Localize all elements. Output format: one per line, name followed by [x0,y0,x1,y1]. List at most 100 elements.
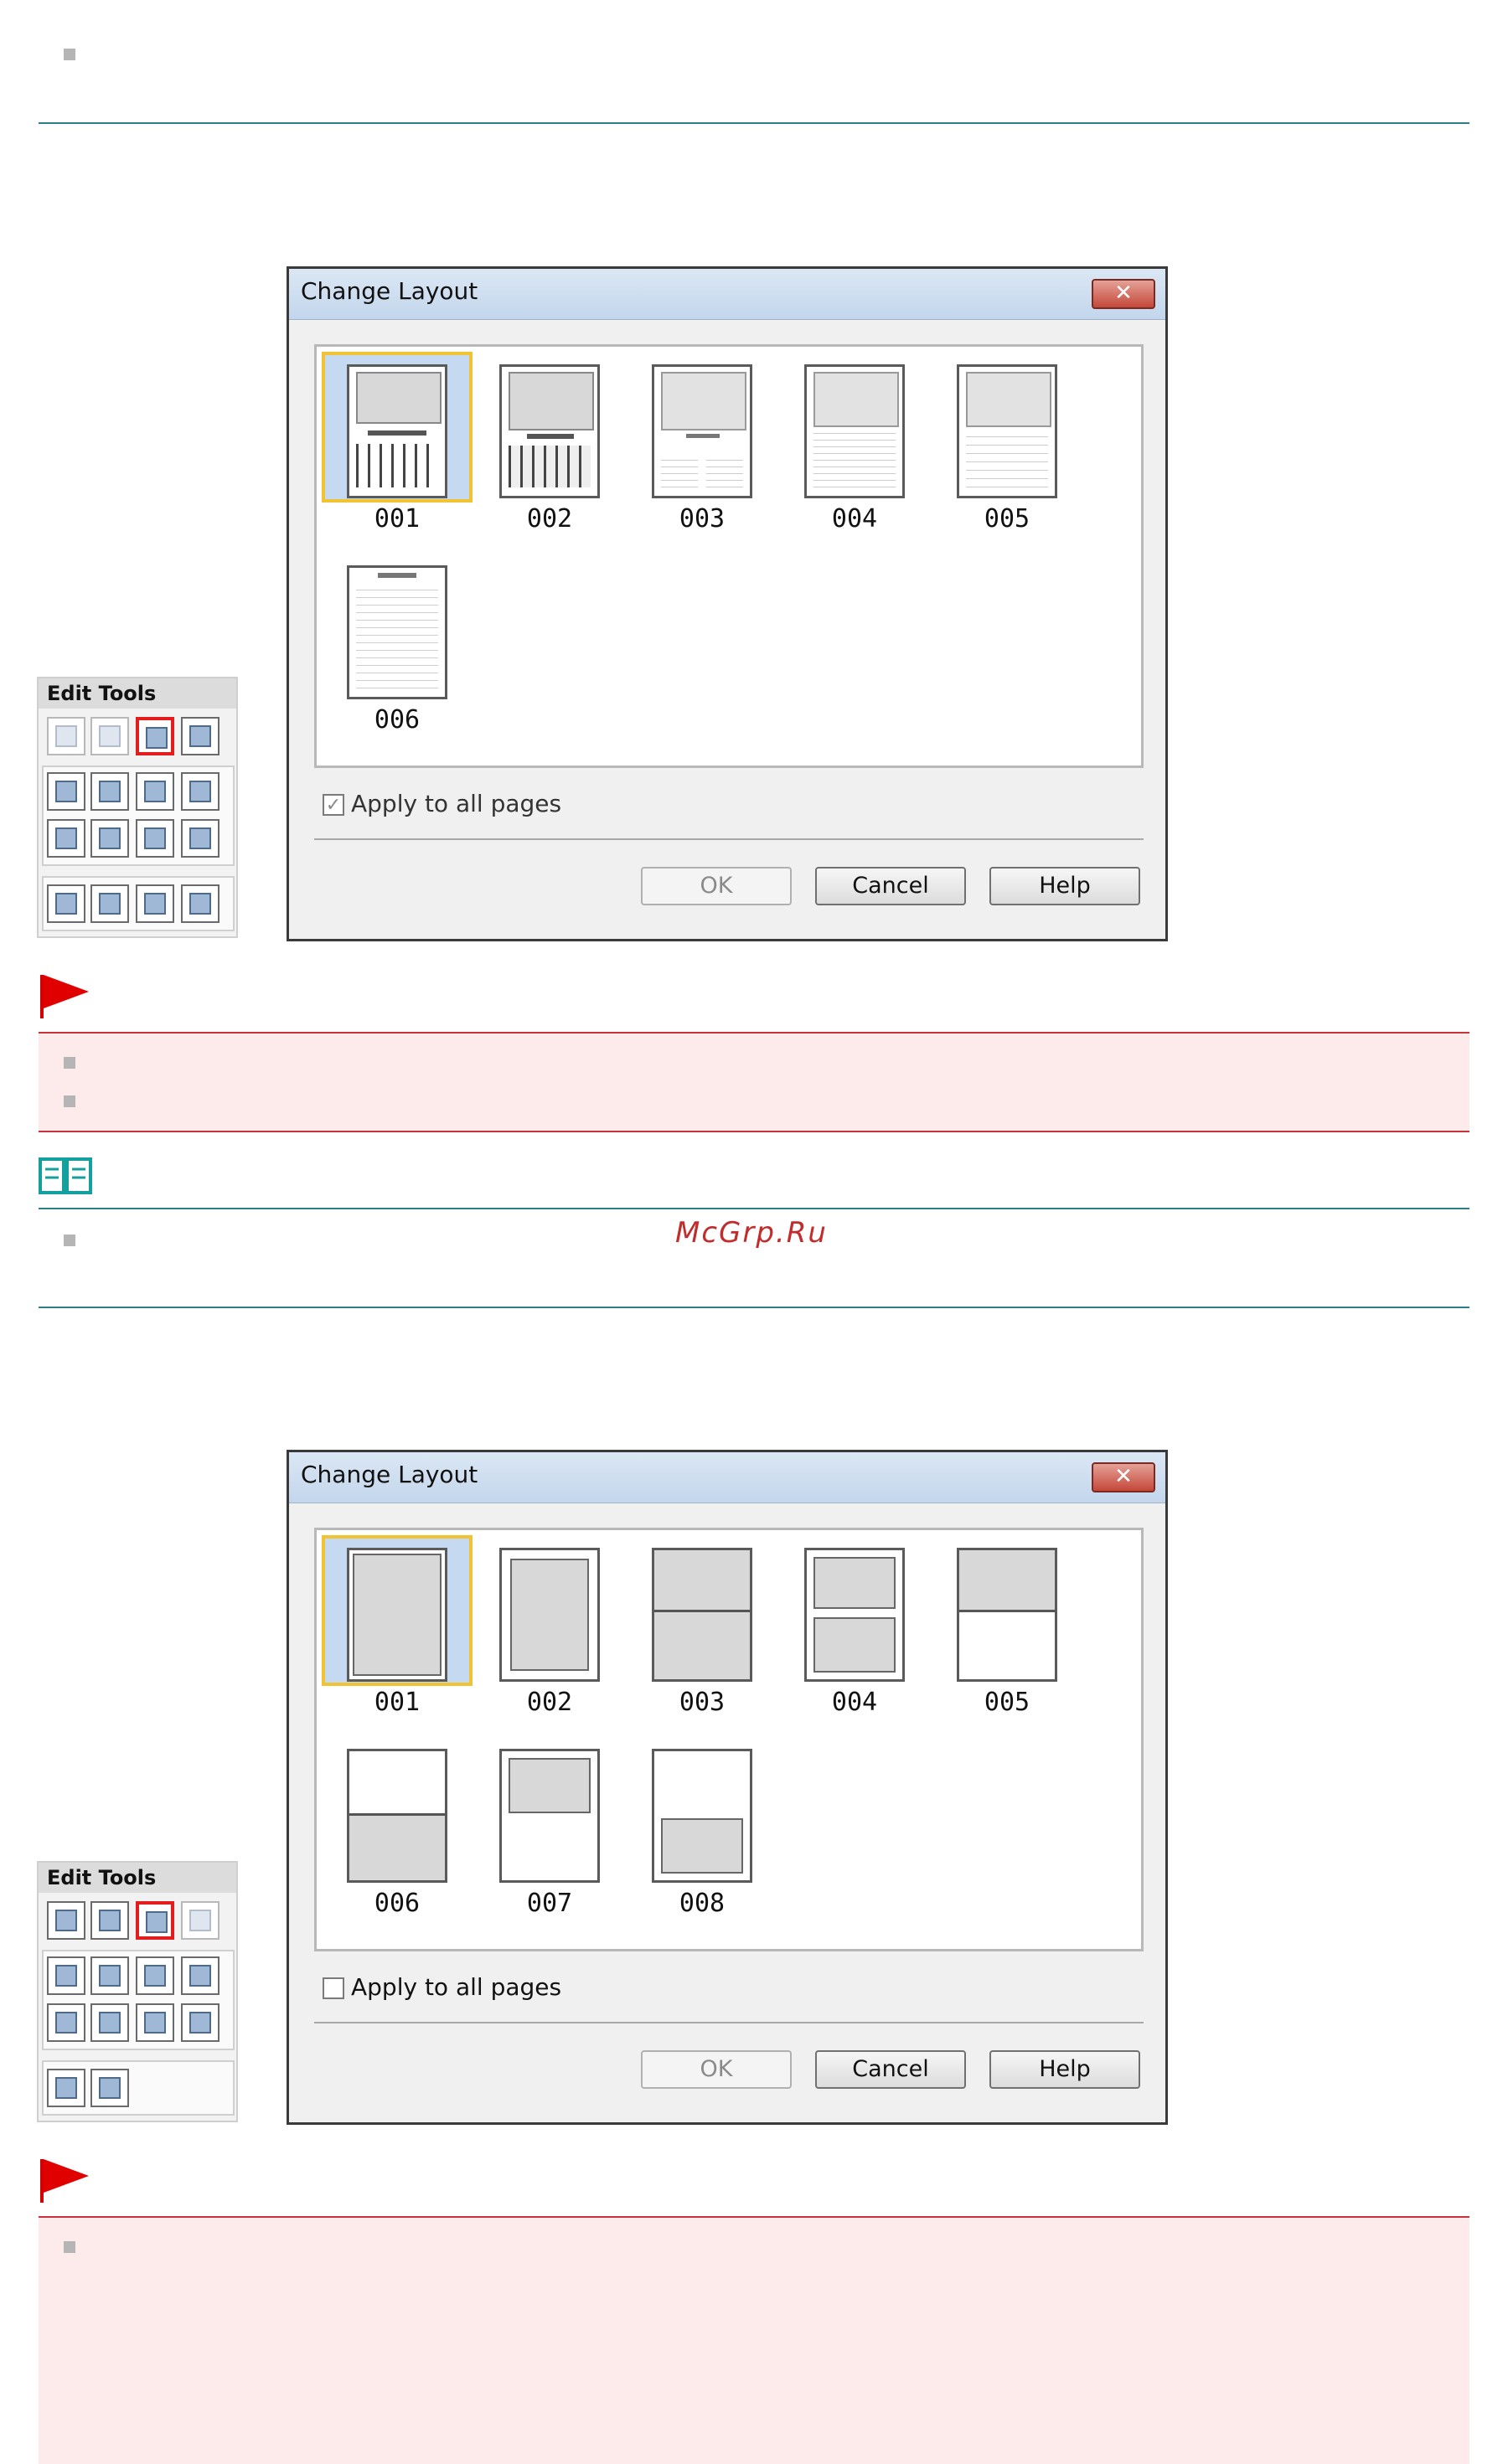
note-book-icon [39,1157,92,1194]
text-icon[interactable] [47,884,85,923]
layout-label: 006 [374,705,421,735]
picture-icon[interactable] [181,772,219,811]
cancel-button[interactable]: Cancel [815,2050,966,2089]
edit-tools-palette: Edit Tools [37,1861,238,2122]
edit-tools-header: Edit Tools [39,678,236,709]
checkbox-icon[interactable] [323,1977,344,1999]
layout-item[interactable]: 005 [932,1535,1082,1717]
frame-icon[interactable] [136,1956,174,1995]
layout-item[interactable]: 003 [627,1535,777,1717]
ok-button[interactable]: OK [641,867,792,905]
rotate-icon[interactable] [90,1901,129,1940]
apply-to-all-label: Apply to all pages [351,1973,562,2001]
pencil-icon[interactable] [181,819,219,858]
bullet-icon [64,49,75,60]
layout-thumbnail [499,364,600,498]
section-divider [39,122,1469,124]
close-icon[interactable]: ✕ [1092,1462,1155,1492]
layout-label: 001 [374,504,421,534]
layout-item[interactable]: 008 [627,1736,777,1918]
layout-item[interactable]: 006 [322,1736,473,1918]
edit-tools-palette: Edit Tools [37,677,238,938]
important-box [39,1034,1469,1131]
frame-icon[interactable] [136,772,174,811]
section-divider [39,1307,1469,1308]
important-box [39,2218,1469,2464]
change-layout-icon[interactable] [136,1901,174,1940]
layout-label: 003 [679,504,726,534]
layout-item[interactable]: 004 [779,1535,930,1717]
help-button[interactable]: Help [989,867,1140,905]
change-background-icon[interactable] [181,1901,219,1940]
note-rule [39,1208,1469,1209]
dialog-titlebar: Change Layout ✕ [289,1452,1165,1503]
layout-label: 005 [984,504,1030,534]
layout-label: 002 [526,1688,573,1717]
layout-label: 007 [526,1889,573,1918]
watermark-text: McGrp.Ru [675,1216,828,1250]
layout-thumbnail [804,364,905,498]
layout-thumbnail [957,1548,1057,1682]
change-layout-icon[interactable] [136,717,174,755]
layout-item[interactable]: 006 [322,553,473,735]
apply-to-all-checkbox[interactable]: Apply to all pages [323,1973,561,2001]
bullet-icon [64,1057,75,1069]
help-button[interactable]: Help [989,2050,1140,2089]
send-back-icon[interactable] [90,2003,129,2042]
crop-icon[interactable] [90,772,129,811]
layout-item[interactable]: 007 [474,1736,625,1918]
layout-thumbnail [652,1749,752,1883]
send-back-icon[interactable] [90,819,129,858]
layout-item[interactable]: 003 [627,352,777,534]
layout-thumbnail [347,1749,447,1883]
layout-list: 001 002 003 004 005 006 007 008 [314,1528,1144,1951]
layout-thumbnail [347,565,447,699]
dialog-divider [314,2022,1144,2023]
layout-label: 004 [831,1688,878,1717]
bullet-icon [64,2241,75,2253]
layout-item[interactable]: 004 [779,352,930,534]
calendar-icon[interactable] [181,884,219,923]
diamond-icon[interactable] [136,819,174,858]
apply-to-all-checkbox[interactable]: ✓ Apply to all pages [323,790,561,817]
replace-icon[interactable] [47,1901,85,1940]
text-vertical-icon[interactable] [90,2069,129,2107]
layout-label: 005 [984,1688,1030,1717]
layout-item[interactable]: 005 [932,352,1082,534]
important-flag-icon [40,2159,89,2203]
crop-icon[interactable] [90,1956,129,1995]
add-image-icon[interactable] [47,772,85,811]
layout-thumbnail [499,1548,600,1682]
ok-button[interactable]: OK [641,2050,792,2089]
layout-item[interactable]: 002 [474,352,625,534]
layout-item[interactable]: 001 [322,352,473,534]
important-flag-icon [40,975,89,1018]
layout-label: 003 [679,1688,726,1717]
close-icon[interactable]: ✕ [1092,279,1155,309]
bring-front-icon[interactable] [47,2003,85,2042]
picture-icon[interactable] [181,1956,219,1995]
text-vertical-icon[interactable] [90,884,129,923]
layout-thumbnail [804,1548,905,1682]
checkbox-icon[interactable]: ✓ [323,794,344,816]
bring-front-icon[interactable] [47,819,85,858]
change-layout-dialog: Change Layout ✕ 001 002 003 004 005 006 … [287,266,1168,941]
rotate-icon[interactable] [90,717,129,755]
layout-item[interactable]: 002 [474,1535,625,1717]
layout-thumbnail [652,364,752,498]
apply-to-all-label: Apply to all pages [351,790,562,817]
bullet-icon [64,1095,75,1107]
add-image-icon[interactable] [47,1956,85,1995]
layout-item[interactable]: 001 [322,1535,473,1717]
dialog-title: Change Layout [301,277,478,305]
layout-label: 004 [831,504,878,534]
layout-thumbnail [957,364,1057,498]
pencil-icon[interactable] [181,2003,219,2042]
replace-icon[interactable] [47,717,85,755]
change-layout-dialog: Change Layout ✕ 001 002 003 004 005 006 … [287,1450,1168,2125]
change-background-icon[interactable] [181,717,219,755]
cancel-button[interactable]: Cancel [815,867,966,905]
diamond-icon[interactable] [136,2003,174,2042]
text-icon[interactable] [47,2069,85,2107]
date-icon[interactable] [136,884,174,923]
